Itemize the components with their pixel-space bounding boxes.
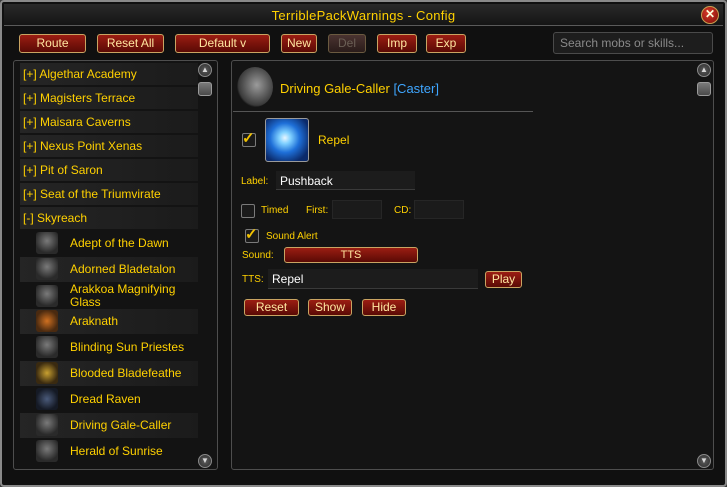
- mob-list-item[interactable]: Adorned Bladetalon: [20, 257, 198, 282]
- tts-caption: TTS:: [242, 274, 264, 285]
- mob-tree-panel[interactable]: [+] Algethar Academy [+] Magisters Terra…: [13, 60, 218, 470]
- mob-portrait-icon: [36, 285, 58, 307]
- mob-portrait-icon: [36, 232, 58, 254]
- mob-portrait-icon: [36, 336, 58, 358]
- route-button[interactable]: Route: [19, 34, 86, 53]
- mob-name: Driving Gale-Caller: [280, 81, 390, 96]
- mob-portrait-icon: [36, 258, 58, 280]
- mob-role-tag: [Caster]: [393, 81, 439, 96]
- play-button[interactable]: Play: [485, 271, 522, 288]
- scrollbar-thumb[interactable]: [198, 82, 212, 96]
- sound-caption: Sound:: [242, 250, 274, 261]
- search-input[interactable]: Search mobs or skills...: [553, 32, 713, 54]
- mob-portrait-icon: [237, 67, 273, 107]
- sound-alert-checkbox[interactable]: ✓: [245, 226, 259, 243]
- scrollbar-thumb[interactable]: [697, 82, 711, 96]
- mob-list-item[interactable]: Blinding Sun Priestes: [20, 335, 198, 360]
- new-button[interactable]: New: [281, 34, 317, 53]
- mob-portrait-icon: [36, 362, 58, 384]
- delete-button[interactable]: Del: [328, 34, 366, 53]
- mob-list-item-selected[interactable]: Driving Gale-Caller: [20, 413, 198, 438]
- close-icon[interactable]: ✕: [701, 6, 719, 24]
- import-button[interactable]: Imp: [377, 34, 417, 53]
- cd-caption: CD:: [394, 205, 412, 216]
- tree-item-dungeon-expanded[interactable]: [-] Skyreach: [20, 207, 198, 229]
- tree-item-dungeon[interactable]: [+] Seat of the Triumvirate: [20, 183, 198, 205]
- tree-item-dungeon[interactable]: [+] Pit of Saron: [20, 159, 198, 181]
- hide-button[interactable]: Hide: [362, 299, 406, 316]
- timed-caption: Timed: [261, 205, 289, 216]
- checkmark-icon: ✓: [245, 226, 258, 243]
- mob-portrait-icon: [36, 440, 58, 462]
- tts-input[interactable]: Repel: [268, 269, 478, 289]
- timed-checkbox[interactable]: [241, 204, 255, 218]
- spell-enabled-checkbox[interactable]: ✓: [242, 130, 256, 147]
- mob-portrait-icon: [36, 414, 58, 436]
- mob-list-item[interactable]: Arakkoa Magnifying Glass: [20, 283, 198, 309]
- spell-name: Repel: [318, 133, 350, 147]
- tree-item-dungeon[interactable]: [+] Magisters Terrace: [20, 87, 198, 109]
- mob-list-item[interactable]: Araknath: [20, 309, 198, 334]
- scroll-down-icon[interactable]: ▼: [697, 454, 711, 468]
- tree-item-dungeon[interactable]: [+] Maisara Caverns: [20, 111, 198, 133]
- window-title: TerriblePackWarnings - Config: [271, 8, 456, 23]
- sound-select[interactable]: TTS: [284, 247, 418, 263]
- mob-list-item[interactable]: Blooded Bladefeathe: [20, 361, 198, 386]
- reset-all-button[interactable]: Reset All: [97, 34, 164, 53]
- scroll-up-icon[interactable]: ▲: [697, 63, 711, 77]
- mob-portrait-icon: [36, 388, 58, 410]
- label-caption: Label:: [241, 176, 269, 187]
- first-input[interactable]: [332, 200, 382, 219]
- divider: [233, 111, 533, 112]
- checkmark-icon: ✓: [242, 130, 255, 147]
- mob-list-item[interactable]: Adept of the Dawn: [20, 231, 198, 256]
- frost-wind-spell-icon: [265, 118, 309, 162]
- reset-button[interactable]: Reset: [244, 299, 299, 316]
- label-input[interactable]: Pushback: [276, 171, 415, 190]
- mob-portrait-icon: [36, 310, 58, 332]
- export-button[interactable]: Exp: [426, 34, 466, 53]
- default-profile-dropdown[interactable]: Default v: [175, 34, 270, 53]
- mob-list-item[interactable]: Herald of Sunrise: [20, 439, 198, 464]
- first-caption: First:: [306, 205, 329, 216]
- scroll-up-icon[interactable]: ▲: [198, 63, 212, 77]
- mob-list-item[interactable]: Dread Raven: [20, 387, 198, 412]
- cd-input[interactable]: [414, 200, 464, 219]
- sound-alert-caption: Sound Alert: [266, 231, 318, 242]
- scroll-down-icon[interactable]: ▼: [198, 454, 212, 468]
- show-button[interactable]: Show: [308, 299, 352, 316]
- title-bar[interactable]: TerriblePackWarnings - Config ✕: [4, 4, 723, 26]
- tree-item-dungeon[interactable]: [+] Nexus Point Xenas: [20, 135, 198, 157]
- tree-item-dungeon[interactable]: [+] Algethar Academy: [20, 63, 198, 85]
- mob-heading: Driving Gale-Caller [Caster]: [280, 81, 439, 96]
